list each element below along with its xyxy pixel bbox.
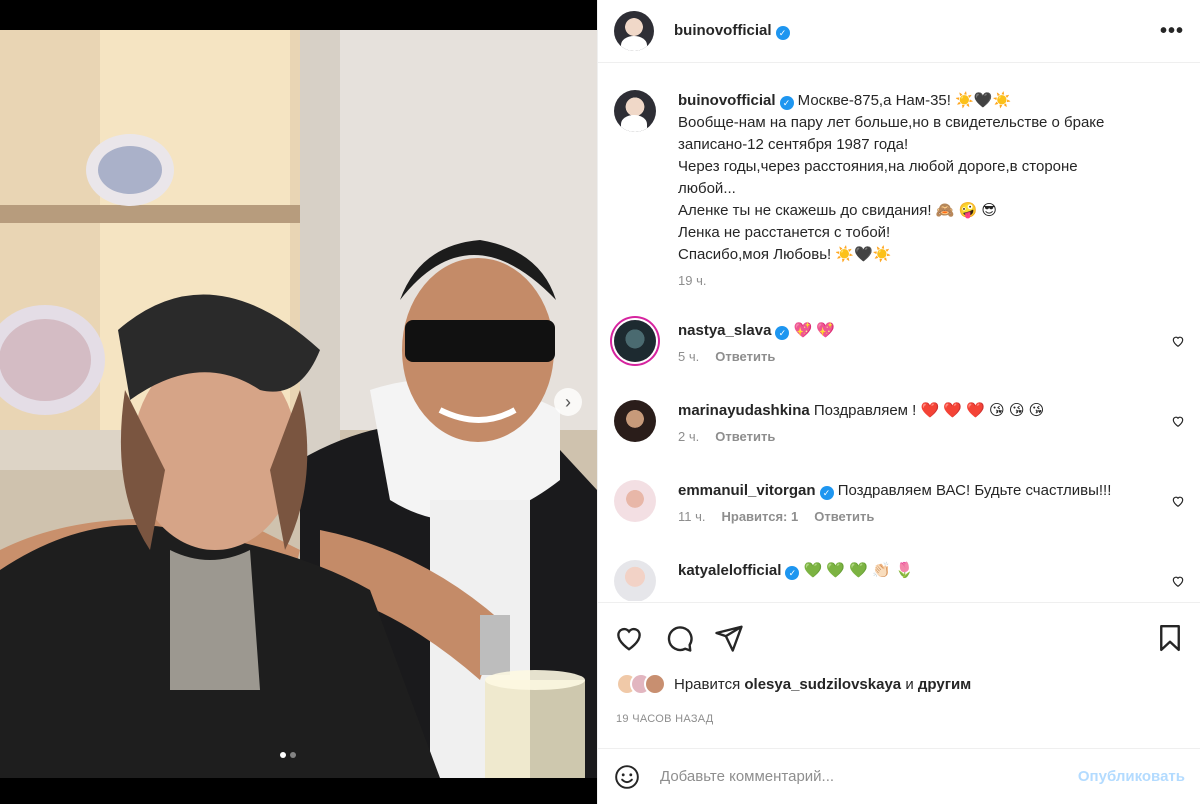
comment-body: katyalelofficial ✓ 💚 💚 💚 👏🏻 🌷: [678, 560, 1185, 601]
caption-line-7: Ленка не расстанется с тобой!: [678, 224, 891, 241]
comment-text: 💚 💚 💚 👏🏻 🌷: [803, 562, 914, 579]
likes-prefix: Нравится: [674, 675, 741, 693]
commenter-avatar[interactable]: [614, 400, 656, 442]
caption-line-3: записано-12 сентября 1987 года!: [678, 136, 909, 153]
next-slide-button[interactable]: ›: [554, 388, 582, 416]
reply-button[interactable]: Ответить: [715, 426, 775, 448]
comment-body: nastya_slava ✓ 💖 💖 5 ч. Ответить: [678, 320, 1185, 368]
comment-row: marinayudashkina Поздравляем ! ❤️ ❤️ ❤️ …: [614, 400, 1185, 448]
heart-icon[interactable]: [614, 623, 644, 653]
verified-badge-icon: ✓: [779, 96, 794, 110]
caption-body: buinovofficial ✓ Москве-875,а Нам-35! ☀️🖤…: [678, 90, 1185, 292]
commenter-avatar[interactable]: [614, 320, 656, 362]
comment-input[interactable]: [660, 768, 1078, 785]
post-timestamp[interactable]: 19 ЧАСОВ НАЗАД: [616, 713, 714, 725]
likes-user-link[interactable]: olesya_sudzilovskaya: [744, 676, 901, 693]
comment-text: Поздравляем ! ❤️ ❤️ ❤️ 😘 😘 😘: [813, 402, 1045, 419]
comment-like-heart-icon[interactable]: [1171, 414, 1185, 428]
reply-button[interactable]: Ответить: [715, 346, 775, 368]
bookmark-icon[interactable]: [1155, 623, 1185, 653]
liker-avatar: [644, 673, 666, 695]
comment-text: 💖 💖: [793, 322, 836, 339]
comment-username[interactable]: marinayudashkina: [678, 402, 810, 419]
comment-username[interactable]: emmanuil_vitorgan: [678, 482, 816, 499]
comment-text: Поздравляем ВАС! Будьте счастливы!!!: [837, 482, 1112, 499]
author-avatar[interactable]: [614, 11, 654, 51]
slide-dot-active: [280, 752, 286, 758]
comment-body: emmanuil_vitorgan ✓ Поздравляем ВАС! Будь…: [678, 480, 1185, 528]
comments-list[interactable]: buinovofficial ✓ Москве-875,а Нам-35! ☀️🖤…: [598, 64, 1200, 601]
comment-meta: 5 ч. Ответить: [678, 346, 1185, 368]
slide-indicator: [280, 752, 296, 758]
likes-text: Нравится olesya_sudzilovskaya и другим: [674, 676, 971, 693]
caption-time[interactable]: 19 ч.: [678, 270, 706, 292]
verified-badge-icon: ✓: [819, 486, 834, 500]
commenter-avatar[interactable]: [614, 480, 656, 522]
comment-time[interactable]: 5 ч.: [678, 346, 699, 368]
photo-illustration: [0, 30, 597, 778]
caption-line-1: Москве-875,а Нам-35! ☀️🖤☀️: [797, 92, 1012, 109]
slide-dot: [290, 752, 296, 758]
post-modal: › buinovofficial ✓ ••• buinovofficial ✓ Мо…: [0, 0, 1200, 804]
author-username-text[interactable]: buinovofficial: [674, 22, 772, 39]
comment-like-heart-icon[interactable]: [1171, 334, 1185, 348]
comment-body: marinayudashkina Поздравляем ! ❤️ ❤️ ❤️ …: [678, 400, 1185, 448]
likes-summary[interactable]: Нравится olesya_sudzilovskaya и другим: [616, 673, 971, 695]
likes-others-link[interactable]: другим: [918, 676, 971, 693]
comment-meta: 2 ч. Ответить: [678, 426, 1185, 448]
post-header: buinovofficial ✓ •••: [598, 0, 1200, 63]
caption-row: buinovofficial ✓ Москве-875,а Нам-35! ☀️🖤…: [614, 90, 1185, 292]
caption-line-2: Вообще-нам на пару лет больше,но в свиде…: [678, 114, 1105, 131]
comment-row: katyalelofficial ✓ 💚 💚 💚 👏🏻 🌷: [614, 560, 1185, 601]
add-comment-bar: Опубликовать: [598, 748, 1200, 804]
post-sidebar: buinovofficial ✓ ••• buinovofficial ✓ Моск…: [597, 0, 1200, 804]
caption-author-avatar[interactable]: [614, 90, 656, 132]
comment-like-heart-icon[interactable]: [1171, 574, 1185, 588]
verified-badge-icon: ✓: [775, 26, 790, 40]
verified-badge-icon: ✓: [775, 326, 790, 340]
comment-time[interactable]: 11 ч.: [678, 506, 706, 528]
post-actions: Нравится olesya_sudzilovskaya и другим 1…: [598, 602, 1200, 725]
reply-button[interactable]: Ответить: [814, 506, 874, 528]
comment-time[interactable]: 2 ч.: [678, 426, 699, 448]
share-icon[interactable]: [714, 623, 744, 653]
comment-username[interactable]: katyalelofficial: [678, 562, 781, 579]
post-photo: [0, 30, 597, 778]
likes-joiner: и: [905, 675, 914, 693]
comment-likes-count[interactable]: Нравится: 1: [722, 506, 799, 528]
caption-line-6: Аленке ты не скажешь до свидания! 🙈 🤪 😎: [678, 202, 998, 219]
comment-icon[interactable]: [664, 623, 694, 653]
verified-badge-icon: ✓: [785, 566, 800, 580]
action-icons: [614, 623, 1185, 653]
caption-line-4: Через годы,через расстояния,на любой дор…: [678, 158, 1078, 175]
commenter-avatar[interactable]: [614, 560, 656, 601]
caption-meta: 19 ч.: [678, 270, 1185, 292]
author-username[interactable]: buinovofficial ✓: [674, 22, 790, 40]
post-media: ›: [0, 0, 597, 804]
publish-button[interactable]: Опубликовать: [1078, 768, 1185, 785]
comment-username[interactable]: nastya_slava: [678, 322, 771, 339]
smiley-icon[interactable]: [614, 764, 640, 790]
comment-like-heart-icon[interactable]: [1171, 494, 1185, 508]
caption-username[interactable]: buinovofficial: [678, 92, 776, 109]
comment-meta: 11 ч. Нравится: 1 Ответить: [678, 506, 1185, 528]
comment-row: emmanuil_vitorgan ✓ Поздравляем ВАС! Будь…: [614, 480, 1185, 528]
more-options-button[interactable]: •••: [1160, 20, 1184, 43]
caption-line-5: любой...: [678, 180, 736, 197]
caption-line-8: Спасибо,моя Любовь! ☀️🖤☀️: [678, 246, 892, 263]
comment-row: nastya_slava ✓ 💖 💖 5 ч. Ответить: [614, 320, 1185, 368]
